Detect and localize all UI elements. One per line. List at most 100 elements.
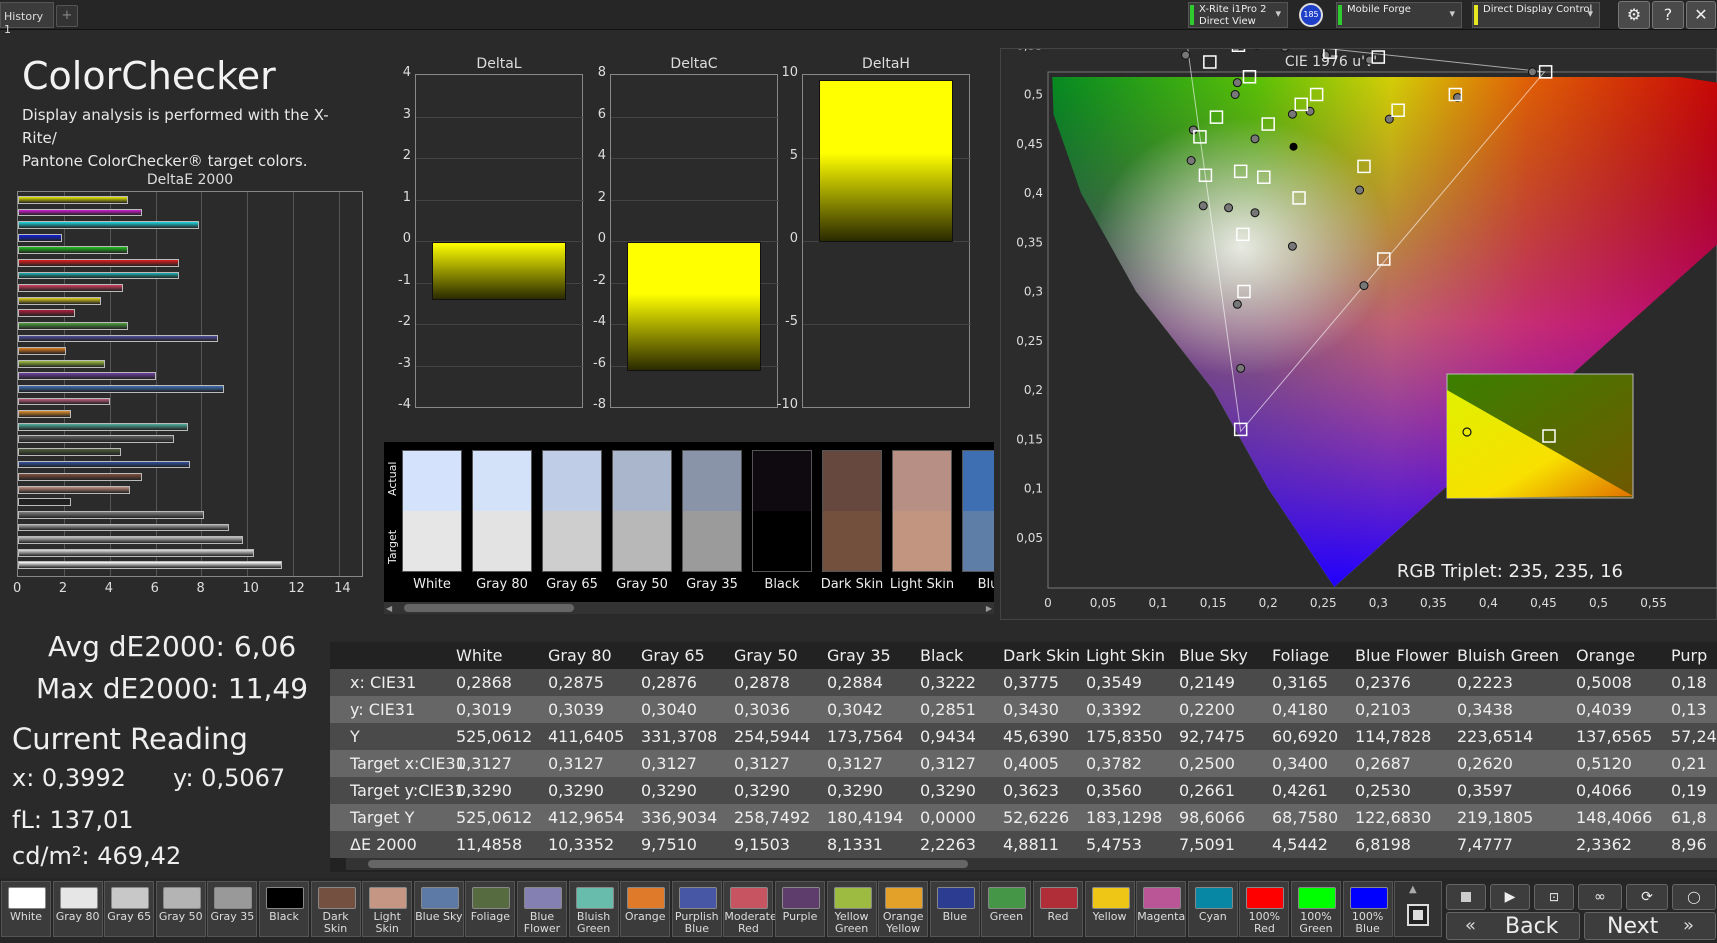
- patch-button[interactable]: Blue: [929, 881, 980, 937]
- patch-button[interactable]: Blue Sky: [413, 881, 464, 937]
- device-dropdown[interactable]: X-Rite i1Pro 2 Direct View ▾: [1188, 2, 1288, 28]
- swatch-scrollbar[interactable]: ◀ ▶: [384, 602, 994, 614]
- swatch[interactable]: [962, 450, 994, 572]
- patch-button[interactable]: Foliage: [465, 881, 516, 937]
- patch-button[interactable]: Magenta: [1136, 881, 1187, 937]
- table-cell: 61,8: [1671, 808, 1707, 827]
- table-cell: 137,6565: [1576, 727, 1653, 746]
- swatch[interactable]: [822, 450, 882, 572]
- column-header[interactable]: Light Skin: [1086, 646, 1165, 665]
- column-header[interactable]: Gray 65: [641, 646, 705, 665]
- close-icon: ✕: [1694, 5, 1708, 24]
- tab-history-1[interactable]: History 1: [0, 2, 54, 36]
- patch-button[interactable]: Light Skin: [362, 881, 413, 937]
- column-header[interactable]: Blue Sky: [1179, 646, 1248, 665]
- swatch-target: [543, 511, 601, 571]
- patch-button[interactable]: White: [1, 881, 51, 937]
- patch-button[interactable]: Green: [981, 881, 1032, 937]
- column-header[interactable]: Gray 50: [734, 646, 798, 665]
- swatch[interactable]: [402, 450, 462, 572]
- column-header[interactable]: Black: [920, 646, 963, 665]
- column-header[interactable]: Bluish Green: [1457, 646, 1559, 665]
- play-button[interactable]: ▶: [1490, 884, 1530, 910]
- stop-small-button[interactable]: [1446, 884, 1486, 910]
- patch-button[interactable]: Yellow Green: [826, 881, 877, 937]
- column-header[interactable]: Purp: [1671, 646, 1707, 665]
- column-header[interactable]: Dark Skin: [1003, 646, 1080, 665]
- next-icon: »: [1683, 915, 1695, 936]
- device-badge[interactable]: 185: [1299, 3, 1323, 27]
- control-dropdown[interactable]: Direct Display Control ▾: [1472, 2, 1600, 28]
- patch-button[interactable]: Bluish Green: [568, 881, 619, 937]
- swatch[interactable]: [752, 450, 812, 572]
- delta-bar: [627, 242, 761, 372]
- patch-button[interactable]: Gray 50: [155, 881, 206, 937]
- profile-dropdown[interactable]: Mobile Forge ▾: [1336, 2, 1462, 28]
- scrollbar-thumb[interactable]: [404, 604, 574, 612]
- table-cell: 11,4858: [456, 835, 523, 854]
- patch-button[interactable]: Cyan: [1187, 881, 1238, 937]
- delta-gridline: [611, 116, 779, 118]
- patch-button[interactable]: Black: [259, 881, 309, 937]
- settings-button[interactable]: ⚙: [1618, 1, 1650, 29]
- delta-tick: -1: [398, 272, 411, 288]
- table-cell: 0,4005: [1003, 754, 1059, 773]
- table-cell: 7,5091: [1179, 835, 1235, 854]
- patch-button[interactable]: Gray 35: [207, 881, 258, 937]
- patch-button[interactable]: Purplish Blue: [671, 881, 722, 937]
- column-header[interactable]: Gray 80: [548, 646, 612, 665]
- patch-button[interactable]: Gray 80: [52, 881, 103, 937]
- swatch[interactable]: [542, 450, 602, 572]
- swatch-label: Gray 50: [616, 577, 668, 592]
- scroll-right-icon[interactable]: ▶: [986, 604, 992, 613]
- y-tick: 0,2: [1024, 383, 1043, 397]
- column-header[interactable]: Orange: [1576, 646, 1635, 665]
- swatch[interactable]: [472, 450, 532, 572]
- patch-button[interactable]: Gray 65: [104, 881, 155, 937]
- table-cell: 0,3290: [734, 781, 790, 800]
- measured-point: [1287, 241, 1297, 251]
- close-button[interactable]: ✕: [1686, 1, 1716, 29]
- loop-button[interactable]: ∞: [1578, 884, 1622, 910]
- column-header[interactable]: Gray 35: [827, 646, 891, 665]
- target-button[interactable]: ◯: [1672, 884, 1716, 910]
- patch-button[interactable]: Red: [1033, 881, 1083, 937]
- table-cell: 98,6066: [1179, 808, 1246, 827]
- swatch[interactable]: [682, 450, 742, 572]
- table-cell: 0,3127: [456, 754, 512, 773]
- column-header[interactable]: Blue Flower: [1355, 646, 1448, 665]
- patch-button[interactable]: Orange: [620, 881, 671, 937]
- column-header[interactable]: White: [456, 646, 503, 665]
- patch-button[interactable]: Purple: [775, 881, 825, 937]
- help-button[interactable]: ?: [1652, 1, 1684, 29]
- x-tick: 0,15: [1200, 596, 1227, 610]
- back-button[interactable]: « Back: [1446, 912, 1580, 940]
- step-button[interactable]: ⊡: [1534, 884, 1574, 910]
- refresh-button[interactable]: ⟳: [1626, 884, 1668, 910]
- patch-button[interactable]: 100% Green: [1291, 881, 1341, 937]
- patch-button[interactable]: Yellow: [1084, 881, 1135, 937]
- table-cell: 148,4066: [1576, 808, 1653, 827]
- delta-e-bar: [18, 523, 229, 532]
- table-cell: 183,1298: [1086, 808, 1163, 827]
- scroll-left-icon[interactable]: ◀: [386, 604, 392, 613]
- patch-button[interactable]: Blue Flower: [517, 881, 567, 937]
- device-status-indicator: [1190, 5, 1194, 25]
- stop-control[interactable]: ▲: [1394, 881, 1442, 937]
- swatch[interactable]: [612, 450, 672, 572]
- add-tab-button[interactable]: +: [56, 5, 78, 27]
- scroll-up-icon[interactable]: ▲: [1409, 884, 1417, 895]
- patch-button[interactable]: Moderate Red: [723, 881, 777, 937]
- column-header[interactable]: Foliage: [1272, 646, 1329, 665]
- patch-button[interactable]: 100% Blue: [1342, 881, 1393, 937]
- swatch[interactable]: [892, 450, 952, 572]
- delta-tick: 0: [789, 231, 798, 246]
- patch-button[interactable]: Dark Skin: [310, 881, 361, 937]
- table-scrollbar-thumb[interactable]: [368, 860, 968, 868]
- table-scrollbar[interactable]: [346, 858, 1717, 870]
- patch-button[interactable]: Orange Yellow: [878, 881, 929, 937]
- next-button[interactable]: Next »: [1584, 912, 1716, 940]
- y-tick: 0,25: [1016, 334, 1043, 348]
- patch-button[interactable]: 100% Red: [1239, 881, 1290, 937]
- measured-point: [1224, 203, 1234, 213]
